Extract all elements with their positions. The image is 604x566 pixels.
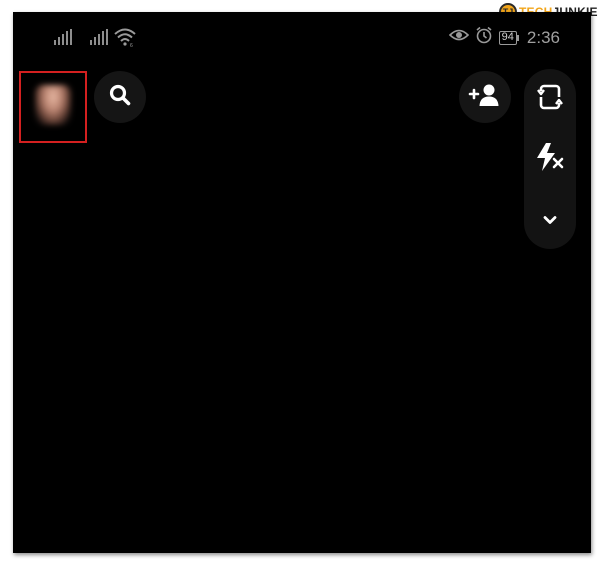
alarm-icon (475, 26, 493, 49)
flash-off-icon (535, 142, 565, 177)
add-friend-icon (468, 82, 502, 113)
flip-camera-button[interactable] (524, 77, 576, 121)
status-right: 94 2:36 (448, 26, 560, 49)
battery-icon: 94 (498, 30, 519, 45)
eye-icon (448, 28, 469, 47)
search-icon (108, 83, 132, 112)
chevron-down-icon (543, 212, 557, 230)
camera-controls-panel (524, 69, 576, 249)
signal-icon (90, 29, 108, 45)
add-friend-button[interactable] (459, 71, 511, 123)
flip-camera-icon (537, 82, 563, 117)
clock-time: 2:36 (526, 27, 560, 47)
status-bar: 6 94 2:36 (13, 12, 591, 52)
camera-screen: 6 94 2:36 (13, 12, 591, 553)
more-options-button[interactable] (524, 199, 576, 243)
wifi-icon: 6 (114, 27, 136, 52)
battery-level: 94 (498, 30, 517, 45)
signal-icon (54, 29, 72, 45)
svg-text:6: 6 (130, 43, 133, 47)
profile-avatar-highlight[interactable] (19, 71, 87, 143)
search-button[interactable] (94, 71, 146, 123)
flash-off-button[interactable] (524, 137, 576, 181)
avatar[interactable] (35, 85, 71, 125)
